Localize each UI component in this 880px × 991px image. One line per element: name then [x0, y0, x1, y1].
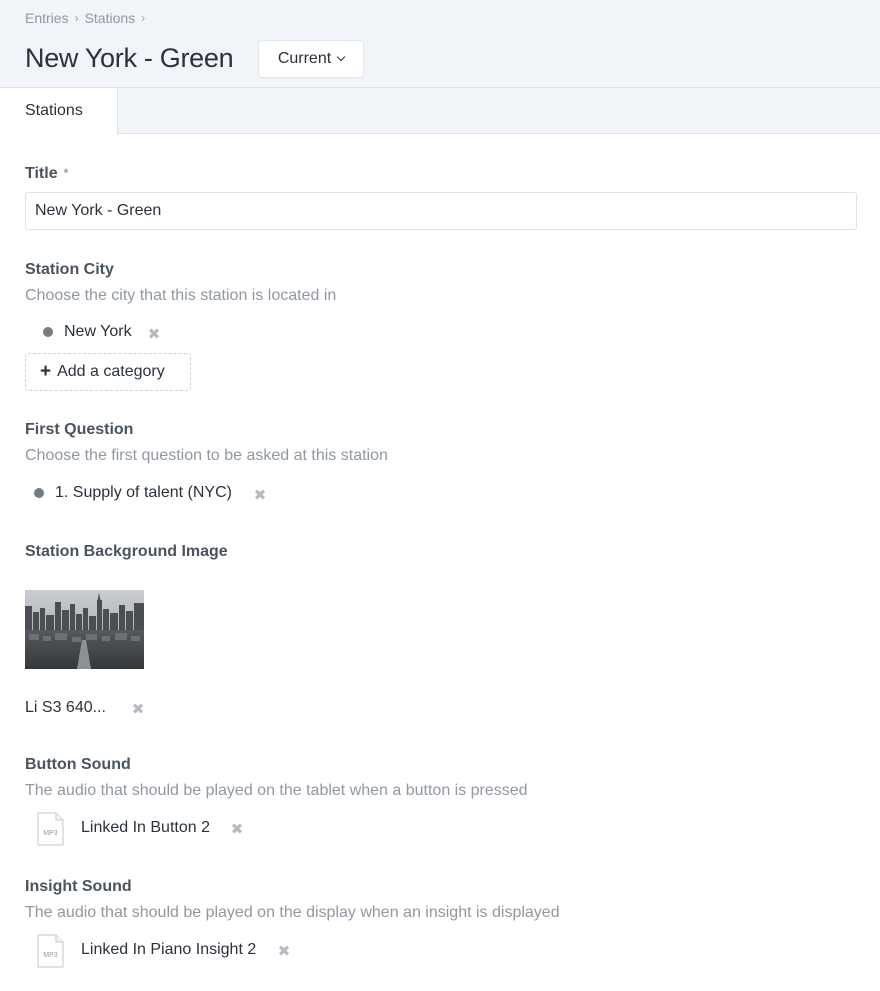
- station-city-element[interactable]: New York: [43, 323, 132, 341]
- breadcrumb-entries-link[interactable]: Entries: [25, 10, 69, 26]
- page-header: Entries › Stations › New York - Green Cu…: [0, 0, 880, 88]
- remove-icon[interactable]: ✖: [131, 702, 145, 717]
- background-image-label: Station Background Image: [25, 543, 228, 560]
- first-question-instructions: Choose the first question to be asked at…: [25, 447, 388, 464]
- chevron-right-icon: ›: [74, 11, 79, 25]
- breadcrumb-stations-link[interactable]: Stations: [85, 10, 136, 26]
- revision-label: Current: [277, 50, 332, 67]
- breadcrumb: Entries › Stations ›: [25, 10, 151, 26]
- button-sound-label: Button Sound: [25, 756, 131, 773]
- tab-stations[interactable]: Stations: [0, 88, 118, 135]
- insight-sound-filename[interactable]: Linked In Piano Insight 2: [81, 941, 256, 959]
- station-city-label: Station City: [25, 261, 114, 278]
- file-ext-label: MP3: [43, 952, 58, 959]
- station-city-instructions: Choose the city that this station is loc…: [25, 287, 337, 304]
- add-category-button[interactable]: + Add a category: [25, 353, 191, 391]
- city-skyline-image: [25, 590, 144, 669]
- file-ext-label: MP3: [43, 830, 58, 837]
- tab-bar: Stations: [0, 88, 880, 135]
- remove-icon[interactable]: ✖: [230, 822, 244, 837]
- add-category-label: Add a category: [57, 363, 165, 380]
- chevron-down-icon: [336, 52, 346, 62]
- chevron-right-icon: ›: [141, 11, 146, 25]
- insight-sound-instructions: The audio that should be played on the d…: [25, 904, 560, 921]
- title-input[interactable]: [25, 192, 857, 230]
- title-label-text: Title: [25, 165, 58, 182]
- first-question-element-label: 1. Supply of talent (NYC): [55, 484, 232, 501]
- title-field-label: Title *: [25, 165, 68, 183]
- background-image-thumbnail[interactable]: [25, 590, 144, 669]
- revision-menu-button[interactable]: Current: [258, 40, 364, 78]
- first-question-element[interactable]: 1. Supply of talent (NYC): [34, 484, 232, 502]
- remove-icon[interactable]: ✖: [147, 327, 161, 342]
- first-question-label: First Question: [25, 421, 134, 438]
- status-dot: [43, 327, 53, 337]
- remove-icon[interactable]: ✖: [277, 944, 291, 959]
- remove-icon[interactable]: ✖: [253, 488, 267, 503]
- button-sound-instructions: The audio that should be played on the t…: [25, 782, 528, 799]
- status-dot: [34, 488, 44, 498]
- button-sound-filename[interactable]: Linked In Button 2: [81, 819, 210, 837]
- file-icon: MP3: [37, 812, 64, 846]
- insight-sound-label: Insight Sound: [25, 878, 132, 895]
- page-title: New York - Green: [25, 43, 234, 73]
- station-city-element-label: New York: [64, 323, 132, 340]
- file-icon: MP3: [37, 934, 64, 968]
- plus-icon: +: [40, 361, 52, 382]
- required-icon: *: [63, 166, 69, 180]
- background-image-filename: Li S3 640...: [25, 699, 106, 716]
